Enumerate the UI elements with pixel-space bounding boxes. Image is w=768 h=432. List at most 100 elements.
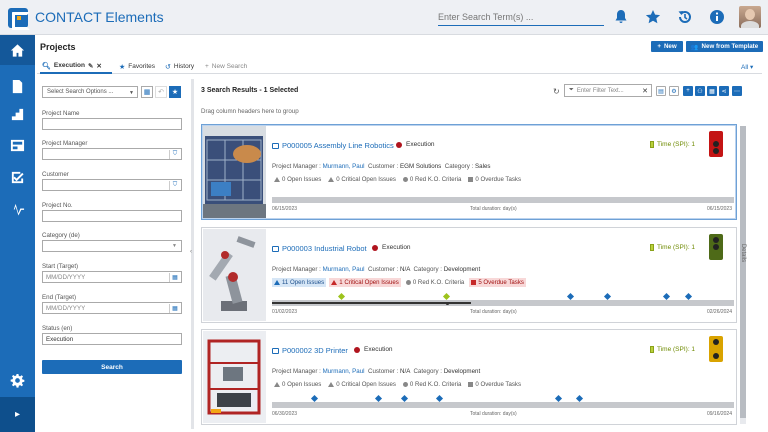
results-scrollbar[interactable] (740, 126, 746, 424)
tab-favorites[interactable]: ★ Favorites (119, 59, 155, 74)
project-card[interactable]: P000003 Industrial Robot Execution Proje… (201, 227, 737, 323)
project-manager-field[interactable]: ⛉ (42, 148, 182, 160)
pm-link[interactable]: Murmann, Paul (323, 266, 365, 273)
app-logo[interactable] (8, 8, 30, 30)
critical-issues[interactable]: 0 Critical Open Issues (326, 175, 398, 184)
info-icon[interactable] (708, 9, 725, 26)
task-icon (468, 382, 474, 387)
overdue-tasks[interactable]: 0 Overdue Tasks (466, 175, 523, 184)
all-dropdown-label: All (741, 64, 749, 71)
star-icon[interactable]: ★ (169, 86, 181, 98)
red-ko[interactable]: 0 Red K.O. Criteria (404, 278, 466, 287)
search-button[interactable]: Search (42, 360, 182, 374)
filter-field[interactable]: ⏷ Enter Filter Text... ✕ (564, 84, 652, 97)
start-date-field[interactable]: MM/DD/YYYY ▦ (42, 271, 182, 283)
milestone-marker[interactable] (400, 394, 409, 403)
close-icon[interactable]: ✕ (96, 62, 101, 70)
calendar-icon[interactable]: ▦ (169, 273, 180, 282)
critical-issues[interactable]: 1 Critical Open Issues (329, 278, 401, 287)
milestone-marker[interactable] (554, 394, 563, 403)
user-avatar[interactable] (739, 6, 761, 28)
red-ko[interactable]: 0 Red K.O. Criteria (401, 380, 463, 389)
milestone-marker[interactable] (310, 394, 319, 403)
chevron-right-icon[interactable]: ▸ (0, 397, 35, 432)
project-no-field[interactable] (42, 210, 182, 222)
edit-icon[interactable]: ✎ (88, 62, 93, 70)
project-card[interactable]: P000005 Assembly Line Robotics Execution… (201, 124, 737, 220)
global-search[interactable] (438, 9, 604, 26)
tab-new-search[interactable]: + New Search (205, 59, 247, 74)
milestone-marker[interactable] (337, 292, 346, 301)
milestone-marker[interactable] (374, 394, 383, 403)
calendar-icon[interactable]: ▦ (169, 304, 180, 313)
milestone-marker[interactable] (603, 292, 612, 301)
refresh-icon[interactable]: ↻ (553, 87, 560, 96)
new-button[interactable]: + New (651, 41, 683, 52)
users-icon[interactable]: ⛉ (169, 150, 180, 159)
critical-issues-text: 0 Critical Open Issues (336, 176, 396, 183)
details-panel-toggle[interactable]: Details (740, 230, 762, 280)
customer-field[interactable]: ⛉ (42, 179, 182, 191)
project-timeline (272, 197, 734, 203)
milestone-marker[interactable] (435, 394, 444, 403)
overdue-tasks[interactable]: 0 Overdue Tasks (466, 380, 523, 389)
open-issues-text: 11 Open Issues (282, 279, 325, 286)
search-options-select[interactable]: Select Search Options ... ▼ (42, 86, 138, 98)
status-field[interactable]: Execution (42, 333, 182, 345)
project-title-link[interactable]: P000002 3D Printer (272, 346, 348, 355)
panel-splitter[interactable] (190, 79, 194, 429)
project-title: P000005 Assembly Line Robotics (282, 141, 394, 150)
checklist-icon[interactable] (0, 162, 35, 192)
milestone-marker[interactable] (566, 292, 575, 301)
gear-icon[interactable] (0, 365, 35, 395)
end-date-field[interactable]: MM/DD/YYYY ▦ (42, 302, 182, 314)
grid-icon[interactable]: ▦ (141, 86, 153, 98)
category-select[interactable]: ▼ (42, 240, 182, 252)
share-icon[interactable]: ⋖ (719, 86, 729, 96)
history-icon[interactable] (676, 9, 693, 26)
bell-icon[interactable] (612, 9, 629, 26)
project-card[interactable]: P000002 3D Printer Execution Project Man… (201, 329, 737, 425)
milestone-marker[interactable] (575, 394, 584, 403)
pm-link[interactable]: Murmann, Paul (323, 368, 365, 375)
overdue-tasks[interactable]: 5 Overdue Tasks (469, 278, 526, 287)
settings-icon[interactable]: ⚙ (669, 86, 679, 96)
open-issues[interactable]: 0 Open Issues (272, 380, 323, 389)
timeline-start-date: 06/30/2023 (272, 411, 298, 417)
open-issues[interactable]: 11 Open Issues (272, 278, 327, 287)
users-icon[interactable]: ⚇ (695, 86, 705, 96)
milestone-marker[interactable] (442, 292, 451, 301)
star-icon[interactable] (644, 9, 661, 26)
critical-issues[interactable]: 0 Critical Open Issues (326, 380, 398, 389)
table-icon[interactable]: ▦ (707, 86, 717, 96)
more-icon[interactable]: ⋯ (732, 86, 742, 96)
add-icon[interactable]: + (683, 86, 693, 96)
scrollbar-thumb[interactable] (740, 126, 746, 418)
undo-icon[interactable]: ↶ (155, 86, 167, 98)
new-from-template-button[interactable]: 👥 New from Template (686, 41, 763, 52)
milestone-marker[interactable] (662, 292, 671, 301)
tab-history[interactable]: ↺ History (165, 59, 194, 74)
activity-icon[interactable] (0, 193, 35, 223)
project-title-link[interactable]: P000005 Assembly Line Robotics (272, 141, 394, 150)
stairs-icon[interactable] (0, 99, 35, 129)
users-icon[interactable]: ⛉ (169, 181, 180, 190)
timeline-progress (272, 302, 471, 304)
time-spi-badge: Time (SPI): 1 (650, 141, 695, 148)
tab-new-search-label: New Search (211, 63, 248, 70)
red-ko[interactable]: 0 Red K.O. Criteria (401, 175, 463, 184)
pm-link[interactable]: Murmann, Paul (323, 163, 365, 170)
project-name-field[interactable] (42, 118, 182, 130)
tab-execution[interactable]: 🔍︎ Execution ✎ ✕ (40, 59, 112, 74)
home-icon[interactable] (0, 35, 35, 65)
open-issues[interactable]: 0 Open Issues (272, 175, 323, 184)
traffic-light-lamp (713, 353, 719, 360)
global-search-input[interactable] (438, 9, 604, 25)
document-icon[interactable] (0, 71, 35, 101)
project-title-link[interactable]: P000003 Industrial Robot (272, 244, 367, 253)
all-dropdown[interactable]: All ▾ (741, 63, 753, 71)
milestone-marker[interactable] (684, 292, 693, 301)
close-icon[interactable]: ✕ (642, 87, 648, 95)
dashboard-icon[interactable] (0, 130, 35, 160)
table-view-icon[interactable]: ▤ (656, 86, 666, 96)
